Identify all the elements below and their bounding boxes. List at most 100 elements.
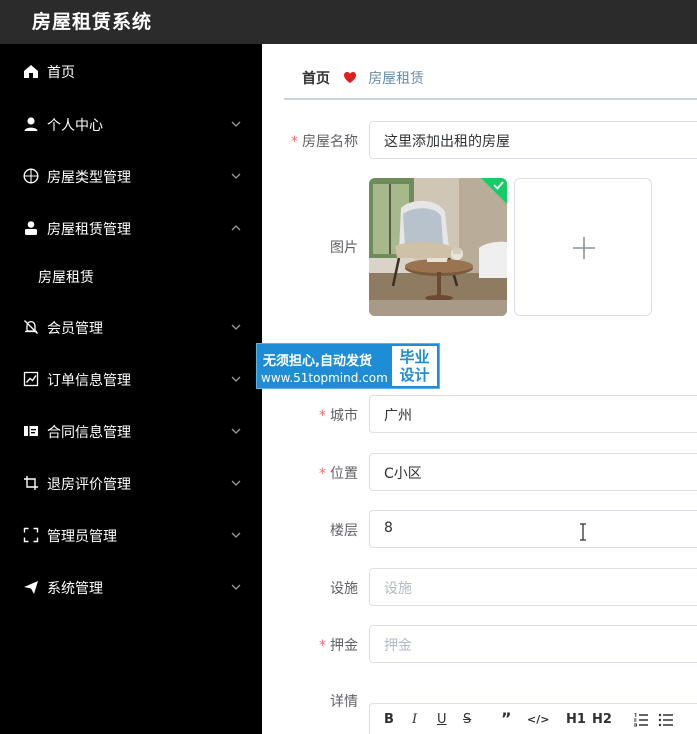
compass-icon	[22, 167, 40, 185]
ticket-icon	[22, 422, 40, 440]
breadcrumb-home[interactable]: 首页	[302, 71, 330, 87]
floor-input[interactable]: 8	[369, 510, 697, 548]
sidebar-item-label: 首页	[47, 65, 75, 81]
sidebar-item-label: 房屋租赁	[38, 270, 94, 286]
h1-button[interactable]: H1	[566, 712, 586, 730]
bell-off-icon	[22, 318, 40, 336]
required-mark: *	[319, 466, 326, 482]
blockquote-button[interactable]: ”	[501, 709, 512, 728]
required-mark: *	[319, 638, 326, 654]
watermark-banner: 无须担心,自动发货 www.51topmind.com 毕业 设计	[256, 343, 440, 389]
ordered-list-icon[interactable]	[633, 712, 649, 730]
location-input[interactable]: C小区	[369, 453, 697, 491]
app-title: 房屋租赁系统	[32, 11, 153, 33]
uploaded-photo[interactable]	[369, 178, 507, 316]
chevron-down-icon	[230, 170, 242, 182]
required-mark: *	[319, 408, 326, 424]
image-upload-button[interactable]	[514, 178, 652, 316]
sidebar-item-label: 退房评价管理	[47, 477, 131, 493]
location-value: C小区	[384, 466, 422, 482]
sidebar-item-contract-management[interactable]: 合同信息管理	[0, 411, 262, 451]
deposit-label: * 押金	[262, 635, 358, 655]
sidebar-item-label: 合同信息管理	[47, 425, 131, 441]
house-name-label-text: 房屋名称	[302, 134, 358, 150]
location-label-text: 位置	[330, 466, 358, 482]
image-label: 图片	[262, 237, 358, 257]
chevron-down-icon	[230, 581, 242, 593]
watermark-url: www.51topmind.com	[261, 371, 388, 385]
main-content: 首页 房屋租赁 * 房屋名称 这里添加出租的房屋 图片 * 城市 广州 * 位置…	[262, 44, 697, 734]
text-cursor-icon	[578, 522, 588, 542]
details-label: 详情	[262, 691, 358, 711]
chevron-down-icon	[230, 477, 242, 489]
bold-button[interactable]: B	[384, 712, 394, 730]
city-label: * 城市	[262, 405, 358, 425]
image-label-text: 图片	[330, 240, 358, 256]
sidebar-item-rental-management[interactable]: 房屋租赁管理	[0, 208, 262, 248]
sidebar-item-house-type[interactable]: 房屋类型管理	[0, 156, 262, 196]
chevron-up-icon	[230, 222, 242, 234]
chevron-down-icon	[230, 373, 242, 385]
send-icon	[22, 578, 40, 596]
city-value: 广州	[384, 408, 412, 424]
sidebar-item-label: 个人中心	[47, 118, 103, 134]
person-icon	[22, 219, 40, 237]
home-icon	[22, 62, 40, 80]
chevron-down-icon	[230, 321, 242, 333]
sidebar-item-label: 会员管理	[47, 321, 103, 337]
bullet-list-icon[interactable]	[658, 712, 674, 730]
house-name-value: 这里添加出租的房屋	[384, 134, 510, 150]
chevron-down-icon	[230, 425, 242, 437]
sidebar-item-label: 房屋类型管理	[47, 170, 131, 186]
deposit-label-text: 押金	[330, 638, 358, 654]
details-label-text: 详情	[330, 694, 358, 710]
house-name-input[interactable]: 这里添加出租的房屋	[369, 121, 697, 159]
sidebar-item-personal-center[interactable]: 个人中心	[0, 104, 262, 144]
facilities-input[interactable]: 设施	[369, 568, 697, 606]
plus-icon	[572, 236, 596, 260]
italic-button[interactable]: I	[412, 712, 417, 730]
city-label-text: 城市	[330, 408, 358, 424]
sidebar-item-label: 系统管理	[47, 581, 103, 597]
sidebar-item-member-management[interactable]: 会员管理	[0, 307, 262, 347]
sidebar-item-order-management[interactable]: 订单信息管理	[0, 359, 262, 399]
sidebar-item-checkout-review[interactable]: 退房评价管理	[0, 463, 262, 503]
sidebar-item-label: 管理员管理	[47, 529, 117, 545]
watermark-slogan: 无须担心,自动发货	[263, 354, 372, 369]
sidebar: 首页 个人中心 房屋类型管理 房屋租赁管理 房屋租赁 会员管理 订单信息管理 合…	[0, 44, 262, 734]
breadcrumb-current: 房屋租赁	[368, 71, 425, 87]
code-button[interactable]: </>	[527, 713, 549, 731]
watermark-badge: 毕业 设计	[392, 346, 437, 386]
deposit-input[interactable]: 押金	[369, 625, 697, 663]
deposit-placeholder: 押金	[384, 638, 412, 654]
strike-button[interactable]: S	[463, 712, 471, 730]
house-name-label: * 房屋名称	[262, 131, 358, 151]
sidebar-item-home[interactable]: 首页	[0, 51, 262, 91]
required-mark: *	[291, 134, 298, 150]
facilities-placeholder: 设施	[384, 581, 412, 597]
floor-value: 8	[384, 520, 393, 536]
top-bar: 房屋租赁系统	[0, 0, 697, 44]
watermark-badge-line1: 毕业	[399, 348, 430, 366]
sidebar-subitem-house-rental[interactable]: 房屋租赁	[0, 256, 262, 296]
chevron-down-icon	[230, 118, 242, 130]
sidebar-item-admin-management[interactable]: 管理员管理	[0, 515, 262, 555]
underline-button[interactable]: U	[437, 712, 447, 730]
rich-text-toolbar: B I U S ” </> H1 H2	[369, 703, 697, 734]
city-input[interactable]: 广州	[369, 395, 697, 433]
user-icon	[22, 115, 40, 133]
heart-icon	[343, 71, 357, 84]
chart-icon	[22, 370, 40, 388]
location-label: * 位置	[262, 463, 358, 483]
sidebar-item-system-management[interactable]: 系统管理	[0, 567, 262, 607]
h2-button[interactable]: H2	[592, 712, 612, 730]
floor-label-text: 楼层	[330, 523, 358, 539]
upload-success-icon	[481, 178, 507, 204]
breadcrumb: 首页 房屋租赁	[302, 68, 424, 88]
watermark-badge-line2: 设计	[399, 366, 430, 384]
fullscreen-icon	[22, 526, 40, 544]
breadcrumb-divider	[284, 98, 697, 100]
sidebar-item-label: 订单信息管理	[47, 373, 131, 389]
facilities-label: 设施	[262, 578, 358, 598]
facilities-label-text: 设施	[330, 581, 358, 597]
